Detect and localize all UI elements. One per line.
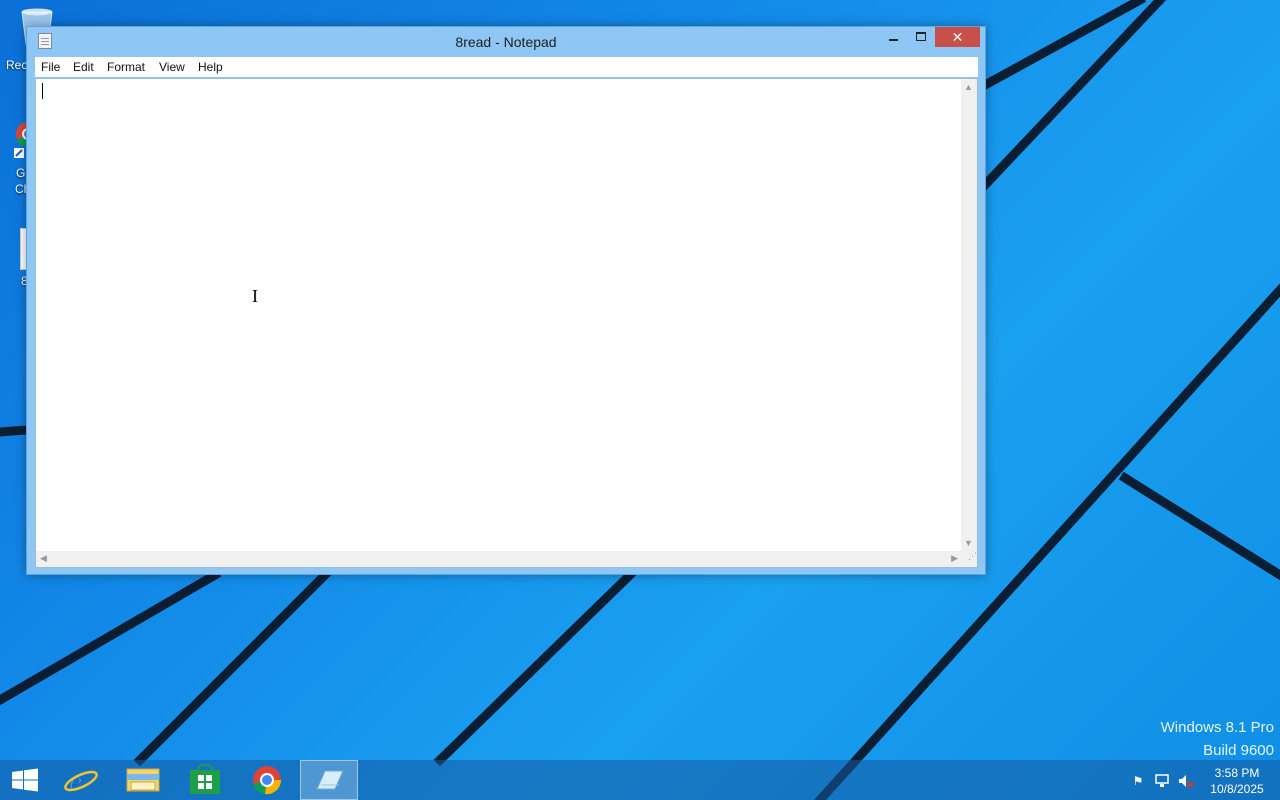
notepad-window[interactable]: 8read - Notepad ✕ File Edit Format View …: [26, 26, 986, 575]
menu-help[interactable]: Help: [198, 60, 223, 74]
horizontal-scrollbar[interactable]: ◀ ▶: [36, 551, 962, 567]
windows-watermark: Windows 8.1 Pro Build 9600: [1161, 716, 1274, 762]
flag-icon[interactable]: ⚑: [1130, 774, 1146, 788]
resize-grip-icon[interactable]: ⋰: [961, 551, 977, 567]
store-icon: [190, 763, 220, 794]
ibeam-cursor-icon: I: [252, 286, 258, 306]
file-explorer-button[interactable]: [114, 760, 172, 800]
menu-view[interactable]: View: [159, 60, 185, 74]
menu-bar: File Edit Format View Help: [35, 57, 978, 77]
notepad-icon: [316, 770, 344, 790]
menu-format[interactable]: Format: [107, 60, 145, 74]
watermark-build: Build 9600: [1203, 742, 1274, 759]
internet-explorer-button[interactable]: e: [52, 760, 110, 800]
watermark-edition: Windows 8.1 Pro: [1160, 719, 1274, 736]
clock-date[interactable]: 10/8/2025: [1202, 782, 1272, 796]
title-bar[interactable]: 8read - Notepad ✕: [27, 27, 985, 57]
editor-frame: ▲ ▼ ◀ ▶ ⋰: [35, 78, 978, 568]
windows-start-icon: [12, 768, 38, 792]
scroll-up-icon[interactable]: ▲: [964, 82, 973, 92]
chrome-button[interactable]: [238, 760, 296, 800]
close-button[interactable]: ✕: [935, 27, 980, 47]
menu-edit[interactable]: Edit: [73, 60, 94, 74]
text-caret: [42, 83, 43, 99]
minimize-icon: [888, 39, 898, 41]
scroll-left-icon[interactable]: ◀: [40, 553, 47, 564]
store-button[interactable]: [176, 760, 234, 800]
start-button[interactable]: [0, 760, 58, 800]
chrome-icon: [253, 766, 282, 795]
recycle-bin-label[interactable]: Rec: [6, 58, 27, 72]
text-editor[interactable]: [36, 79, 962, 551]
chrome-shortcut-label[interactable]: G: [16, 166, 25, 180]
taskbar: e: [0, 760, 1280, 800]
file-explorer-icon: [126, 768, 160, 792]
vertical-scrollbar[interactable]: ▲ ▼: [961, 79, 977, 551]
minimize-button[interactable]: [879, 27, 907, 47]
notepad-taskbar-button[interactable]: [300, 760, 358, 800]
scroll-down-icon[interactable]: ▼: [964, 538, 973, 548]
maximize-button[interactable]: [907, 27, 935, 47]
network-icon[interactable]: [1154, 774, 1170, 788]
maximize-icon: [916, 32, 926, 41]
scroll-right-icon[interactable]: ▶: [951, 553, 958, 564]
menu-file[interactable]: File: [41, 60, 60, 74]
clock-time[interactable]: 3:58 PM: [1202, 766, 1272, 780]
internet-explorer-icon: e: [64, 765, 98, 798]
window-title: 8read - Notepad: [455, 34, 557, 50]
volume-muted-icon[interactable]: [1178, 774, 1194, 788]
